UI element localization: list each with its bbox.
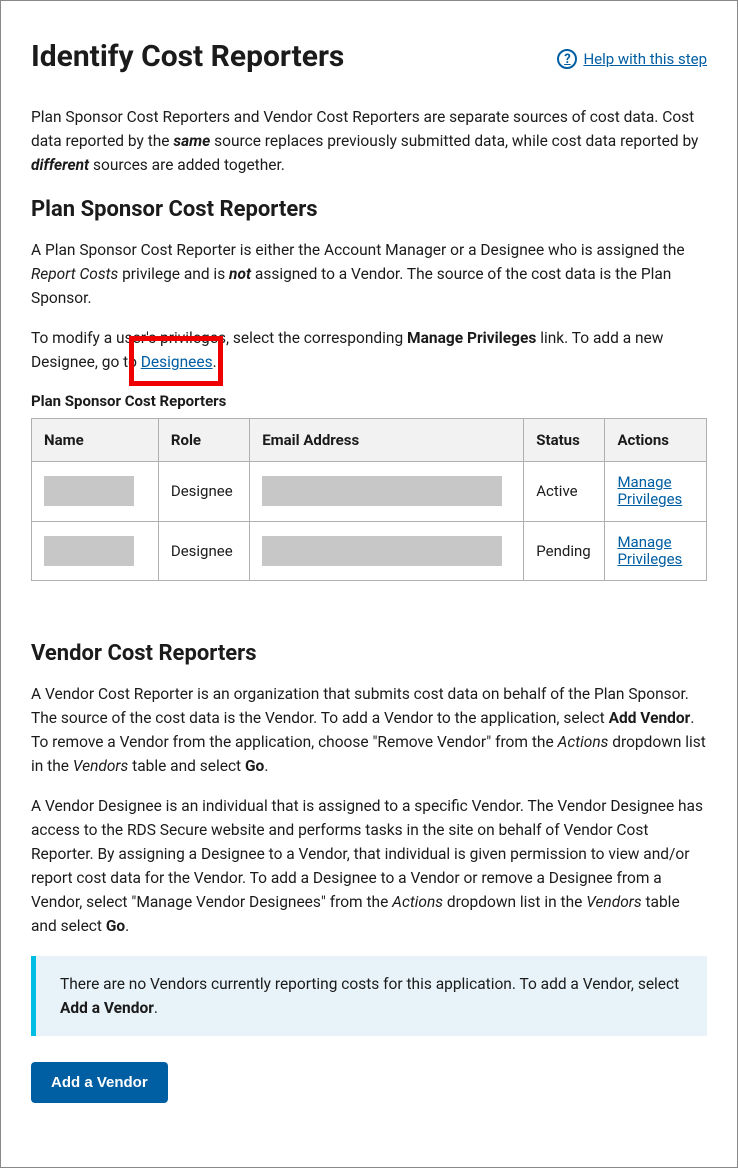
help-icon: ? — [557, 49, 577, 69]
page-container: Identify Cost Reporters ? Help with this… — [0, 0, 738, 1168]
intro-paragraph: Plan Sponsor Cost Reporters and Vendor C… — [31, 105, 707, 177]
redacted-name — [44, 476, 134, 506]
cell-role: Designee — [158, 462, 249, 522]
col-status: Status — [524, 419, 605, 462]
plan-sponsor-heading: Plan Sponsor Cost Reporters — [31, 197, 707, 222]
col-role: Role — [158, 419, 249, 462]
plan-sponsor-table-caption: Plan Sponsor Cost Reporters — [31, 392, 707, 410]
table-row: Designee Pending ManagePrivileges — [32, 521, 707, 581]
vendor-heading: Vendor Cost Reporters — [31, 641, 707, 666]
plan-sponsor-paragraph-1: A Plan Sponsor Cost Reporter is either t… — [31, 238, 707, 310]
help-link-label: Help with this step — [583, 50, 707, 68]
no-vendors-info-box: There are no Vendors currently reporting… — [31, 956, 707, 1036]
header-row: Identify Cost Reporters ? Help with this… — [31, 31, 707, 105]
cell-status: Pending — [524, 521, 605, 581]
cell-status: Active — [524, 462, 605, 522]
redacted-name — [44, 536, 134, 566]
table-row: Designee Active ManagePrivileges — [32, 462, 707, 522]
add-a-vendor-button[interactable]: Add a Vendor — [31, 1062, 168, 1103]
plan-sponsor-paragraph-2: To modify a user's privileges, select th… — [31, 326, 707, 374]
col-email: Email Address — [250, 419, 524, 462]
cell-role: Designee — [158, 521, 249, 581]
col-name: Name — [32, 419, 159, 462]
plan-sponsor-table: Name Role Email Address Status Actions D… — [31, 418, 707, 581]
table-header-row: Name Role Email Address Status Actions — [32, 419, 707, 462]
manage-privileges-link[interactable]: ManagePrivileges — [617, 474, 694, 509]
page-title: Identify Cost Reporters — [31, 39, 344, 75]
redacted-email — [262, 476, 502, 506]
designees-highlight: Designees — [141, 350, 213, 374]
vendor-paragraph-1: A Vendor Cost Reporter is an organizatio… — [31, 682, 707, 778]
help-with-this-step-link[interactable]: ? Help with this step — [557, 49, 707, 69]
vendor-paragraph-2: A Vendor Designee is an individual that … — [31, 794, 707, 938]
col-actions: Actions — [605, 419, 707, 462]
designees-link[interactable]: Designees — [141, 353, 213, 371]
redacted-email — [262, 536, 502, 566]
manage-privileges-link[interactable]: ManagePrivileges — [617, 534, 694, 569]
